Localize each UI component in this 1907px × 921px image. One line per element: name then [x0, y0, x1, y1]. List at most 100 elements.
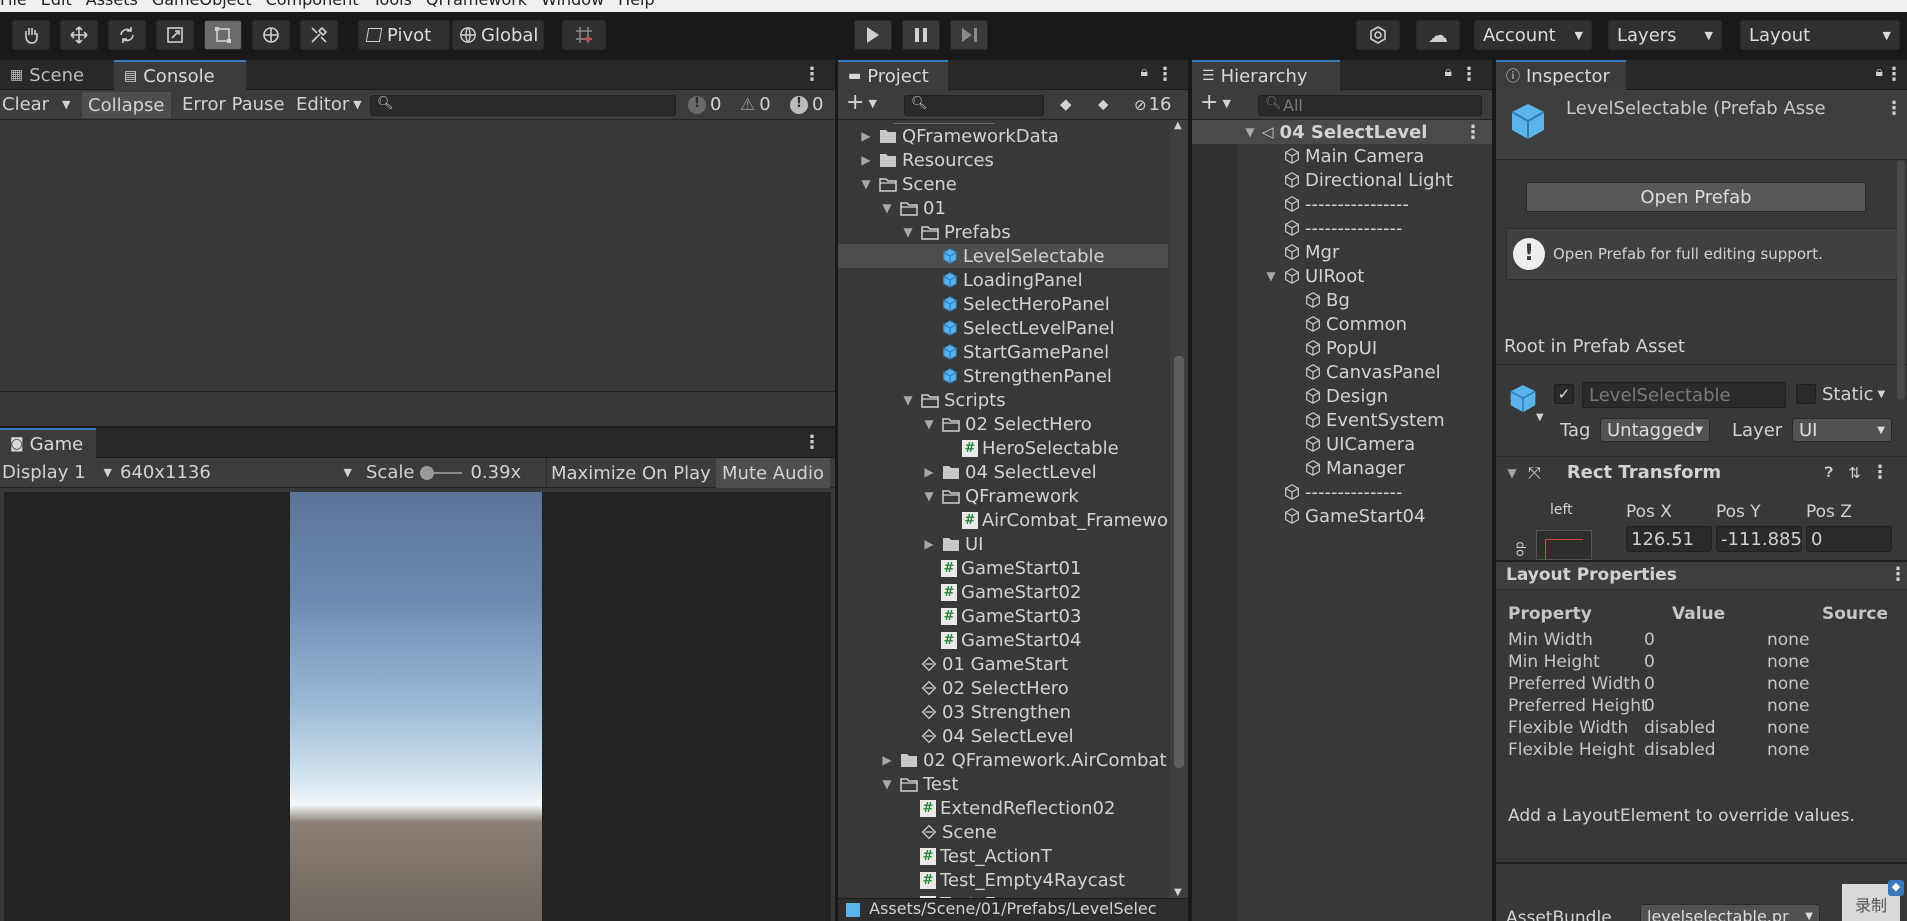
project-item[interactable]: # AirCombat_Framewo	[838, 508, 1168, 532]
chevron-down-icon[interactable]: ▼	[921, 489, 937, 503]
chevron-down-icon[interactable]: ▼	[921, 417, 937, 431]
panel-menu-icon[interactable]: ⋮	[1885, 64, 1903, 85]
console-log-area[interactable]	[0, 121, 835, 392]
project-item[interactable]: # GameStart03	[838, 604, 1168, 628]
project-item[interactable]: SelectLevelPanel	[838, 316, 1168, 340]
panel-menu-icon[interactable]: ⋮	[1889, 564, 1907, 585]
tab-console[interactable]: ▤ Console	[114, 60, 246, 90]
hierarchy-item[interactable]: Mgr	[1192, 240, 1492, 264]
menu-item-tools[interactable]: Tools	[372, 0, 411, 9]
lock-icon[interactable]: 🔒︎	[1445, 64, 1452, 80]
object-name-field[interactable]: LevelSelectable	[1582, 382, 1786, 408]
project-item[interactable]: StrengthenPanel	[838, 364, 1168, 388]
rect-tool-button[interactable]	[204, 20, 242, 50]
error-count[interactable]: ! 0	[790, 94, 823, 115]
custom-tool-button[interactable]	[300, 20, 338, 50]
hierarchy-item[interactable]: Common	[1192, 312, 1492, 336]
layer-dropdown[interactable]: UI ▼	[1792, 418, 1892, 442]
chevron-down-icon[interactable]: ▼	[858, 177, 874, 191]
active-checkbox[interactable]: ✓	[1554, 384, 1574, 404]
project-search-input[interactable]: 🔍︎	[904, 95, 1044, 116]
scroll-thumb[interactable]	[1174, 356, 1184, 768]
help-icon[interactable]: ❓︎	[1825, 465, 1833, 481]
hierarchy-item[interactable]: ---------------	[1192, 216, 1492, 240]
error-pause-toggle[interactable]: Error Pause	[182, 94, 285, 115]
scale-slider[interactable]: Scale 0.39x	[366, 462, 534, 483]
scroll-down-icon[interactable]: ▼	[1174, 887, 1182, 898]
pause-button[interactable]	[902, 20, 940, 50]
icon-chevron-down-icon[interactable]: ▼	[1536, 412, 1544, 423]
hierarchy-item[interactable]: EventSystem	[1192, 408, 1492, 432]
chevron-right-icon[interactable]: ▶	[858, 153, 874, 167]
hierarchy-item[interactable]: ▼ UIRoot	[1192, 264, 1492, 288]
inspector-scrollbar[interactable]	[1897, 160, 1905, 400]
preset-icon[interactable]: ⇅	[1848, 464, 1861, 482]
display-dropdown[interactable]: Display 1 ▼	[2, 462, 112, 483]
label-tag-icon[interactable]: ⬥	[1098, 95, 1109, 113]
project-item[interactable]: # Test_ActionT	[838, 844, 1168, 868]
project-item[interactable]: ▼ Test	[838, 772, 1168, 796]
project-item[interactable]: ▶ UI	[838, 532, 1168, 556]
create-asset-button[interactable]: + ▼	[846, 92, 877, 114]
project-item[interactable]: # HeroSelectable	[838, 436, 1168, 460]
scroll-up-icon[interactable]: ▲	[1174, 120, 1182, 131]
hierarchy-item[interactable]: GameStart04	[1192, 504, 1492, 528]
chevron-down-icon[interactable]: ▼	[900, 225, 916, 239]
project-item[interactable]: ▶ 04 SelectLevel	[838, 460, 1168, 484]
hierarchy-item[interactable]: Main Camera	[1192, 144, 1492, 168]
global-button[interactable]: Global	[452, 20, 544, 50]
menu-item-file[interactable]: File	[0, 0, 27, 9]
layout-dropdown[interactable]: Layout ▼	[1740, 20, 1900, 50]
asset-bundle-dropdown[interactable]: levelselectable.pr ▼	[1640, 904, 1820, 921]
scene-menu-icon[interactable]: ⋮	[1464, 122, 1482, 143]
hierarchy-item[interactable]: Directional Light	[1192, 168, 1492, 192]
hand-tool-button[interactable]	[12, 20, 50, 50]
menu-item-edit[interactable]: Edit	[41, 0, 72, 9]
hierarchy-item[interactable]: Manager	[1192, 456, 1492, 480]
project-item[interactable]: 03 Strengthen	[838, 700, 1168, 724]
project-scrollbar[interactable]: ▲ ▼	[1170, 120, 1188, 898]
project-item[interactable]: LevelSelectable	[838, 244, 1168, 268]
rect-transform-header[interactable]: ▼ ⤧ Rect Transform ❓︎ ⇅ ⋮	[1496, 456, 1907, 488]
console-detail-area[interactable]	[0, 393, 835, 426]
grid-snap-button[interactable]	[562, 20, 606, 50]
create-object-button[interactable]: + ▼	[1200, 92, 1231, 114]
mute-audio-toggle[interactable]: Mute Audio	[716, 458, 830, 488]
hierarchy-search-input[interactable]: 🔍︎ All	[1258, 95, 1482, 116]
chevron-right-icon[interactable]: ▶	[921, 537, 937, 551]
component-menu-icon[interactable]: ⋮	[1885, 98, 1903, 119]
panel-menu-icon[interactable]: ⋮	[1156, 64, 1174, 85]
editor-dropdown[interactable]: Editor ▼	[296, 94, 362, 115]
anchor-preset-button[interactable]	[1536, 530, 1592, 560]
project-item[interactable]: ▼ Prefabs	[838, 220, 1168, 244]
transform-tool-button[interactable]	[252, 20, 290, 50]
scale-tool-button[interactable]	[156, 20, 194, 50]
layers-dropdown[interactable]: Layers ▼	[1608, 20, 1722, 50]
info-count[interactable]: ! 0	[688, 94, 721, 115]
project-item[interactable]: # Test_Empty4Raycast	[838, 868, 1168, 892]
menu-item-window[interactable]: Window	[541, 0, 604, 9]
project-item[interactable]: ▼ QFramework	[838, 484, 1168, 508]
panel-menu-icon[interactable]: ⋮	[803, 64, 821, 85]
tab-project[interactable]: ▬ Project	[838, 60, 948, 90]
project-item[interactable]: 01 GameStart	[838, 652, 1168, 676]
project-item[interactable]: ▼ 01	[838, 196, 1168, 220]
play-button[interactable]	[854, 20, 892, 50]
tab-hierarchy[interactable]: ☰ Hierarchy	[1192, 60, 1340, 90]
project-item[interactable]: ▼ 02 SelectHero	[838, 412, 1168, 436]
static-checkbox[interactable]	[1796, 384, 1816, 404]
menu-item-gameobject[interactable]: GameObject	[152, 0, 252, 9]
account-dropdown[interactable]: Account ▼	[1474, 20, 1592, 50]
tag-dropdown[interactable]: Untagged ▼	[1600, 418, 1710, 442]
pos-z-field[interactable]: 0	[1806, 526, 1892, 552]
game-view[interactable]	[4, 492, 831, 921]
chevron-down-icon[interactable]: ▼	[900, 393, 916, 407]
hierarchy-item[interactable]: ----------------	[1192, 192, 1492, 216]
chevron-down-icon[interactable]: ▼	[879, 201, 895, 215]
project-item[interactable]: # GameStart02	[838, 580, 1168, 604]
chevron-right-icon[interactable]: ▶	[921, 465, 937, 479]
chevron-right-icon[interactable]: ▶	[879, 753, 895, 767]
project-item[interactable]: StartGamePanel	[838, 340, 1168, 364]
project-item[interactable]: ▶ 02 QFramework.AirCombat	[838, 748, 1168, 772]
project-item[interactable]: # GameStart01	[838, 556, 1168, 580]
